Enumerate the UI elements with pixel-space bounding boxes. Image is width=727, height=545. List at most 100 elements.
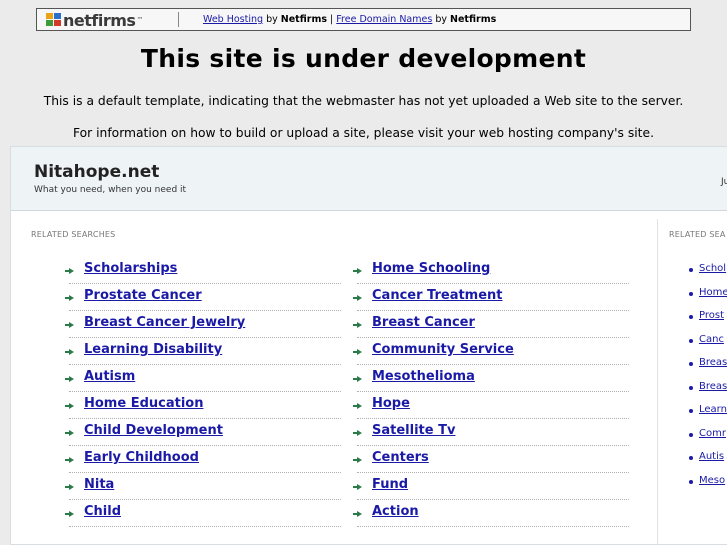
bullet-icon xyxy=(689,479,693,484)
column-divider xyxy=(657,219,658,545)
related-search-item[interactable]: Learning Disability xyxy=(65,338,341,365)
related-search-item[interactable]: Autis xyxy=(689,447,727,470)
related-search-link[interactable]: Home Schooling xyxy=(372,261,490,276)
bullet-icon xyxy=(689,315,693,319)
banner-links: Web Hosting by Netfirms | Free Domain Na… xyxy=(203,14,496,25)
related-search-item[interactable]: Comr xyxy=(689,424,727,447)
related-search-link[interactable]: Fund xyxy=(372,477,408,492)
web-hosting-link[interactable]: Web Hosting xyxy=(203,14,263,25)
related-search-link[interactable]: Early Childhood xyxy=(84,450,199,465)
related-search-link[interactable]: Nita xyxy=(84,477,114,492)
pipe-separator: | xyxy=(330,14,334,25)
related-search-item[interactable]: Schol xyxy=(689,259,727,282)
arrow-bullet-icon xyxy=(353,403,362,409)
related-search-link[interactable]: Child xyxy=(84,504,121,519)
related-search-item[interactable]: Autism xyxy=(65,365,341,392)
trademark-symbol: ™ xyxy=(136,16,144,24)
netfirms-logo[interactable]: netfirms ™ xyxy=(46,11,144,30)
related-search-item[interactable]: Meso xyxy=(689,471,727,494)
related-search-link[interactable]: Comr xyxy=(699,428,726,439)
related-search-item[interactable]: Satellite Tv xyxy=(353,419,629,446)
related-search-item[interactable]: Breas xyxy=(689,377,727,400)
related-search-link[interactable]: Scholarships xyxy=(84,261,177,276)
related-search-link[interactable]: Canc xyxy=(699,334,724,345)
related-search-item[interactable]: Mesothelioma xyxy=(353,365,629,392)
related-searches-label-right: RELATED SEA xyxy=(669,230,726,239)
bullet-icon xyxy=(689,385,693,390)
related-search-item[interactable]: Breast Cancer xyxy=(353,311,629,338)
related-search-link[interactable]: Mesothelioma xyxy=(372,369,475,384)
related-search-link[interactable]: Breas xyxy=(699,381,727,392)
parked-domain-panel: Nitahope.net What you need, when you nee… xyxy=(10,146,727,545)
bullet-icon xyxy=(689,268,693,272)
arrow-bullet-icon xyxy=(65,511,74,517)
related-search-item[interactable]: Fund xyxy=(353,473,629,500)
arrow-bullet-icon xyxy=(353,484,362,490)
related-search-link[interactable]: Breast Cancer xyxy=(372,315,475,330)
related-search-item[interactable]: Action xyxy=(353,500,629,527)
bullet-icon xyxy=(689,338,693,343)
arrow-bullet-icon xyxy=(353,322,362,328)
bullet-icon xyxy=(689,432,693,437)
related-search-link[interactable]: Cancer Treatment xyxy=(372,288,503,303)
related-search-item[interactable]: Prostate Cancer xyxy=(65,284,341,311)
related-search-item[interactable]: Scholarships xyxy=(65,257,341,284)
related-search-link[interactable]: Learning Disability xyxy=(84,342,222,357)
related-search-item[interactable]: Nita xyxy=(65,473,341,500)
related-search-item[interactable]: Breas xyxy=(689,353,727,376)
related-search-item[interactable]: Early Childhood xyxy=(65,446,341,473)
domain-title[interactable]: Nitahope.net xyxy=(34,162,159,182)
arrow-bullet-icon xyxy=(65,430,74,436)
related-search-item[interactable]: Cancer Treatment xyxy=(353,284,629,311)
domain-tagline: What you need, when you need it xyxy=(34,185,187,195)
related-search-link[interactable]: Meso xyxy=(699,475,725,486)
related-search-link[interactable]: Breas xyxy=(699,357,727,368)
related-search-item[interactable]: Child xyxy=(65,500,341,527)
related-search-link[interactable]: Learn xyxy=(699,404,727,415)
arrow-bullet-icon xyxy=(353,457,362,463)
related-search-link[interactable]: Action xyxy=(372,504,419,519)
related-search-link[interactable]: Hope xyxy=(372,396,410,411)
arrow-bullet-icon xyxy=(65,403,74,409)
related-search-link[interactable]: Prost xyxy=(699,310,724,321)
arrow-bullet-icon xyxy=(353,349,362,355)
related-search-link[interactable]: Autism xyxy=(84,369,135,384)
related-search-link[interactable]: Schol xyxy=(699,263,726,274)
related-search-item[interactable]: Home Education xyxy=(65,392,341,419)
arrow-bullet-icon xyxy=(65,376,74,382)
by-text: by xyxy=(266,14,278,25)
related-search-link[interactable]: Autis xyxy=(699,451,724,462)
related-search-link[interactable]: Satellite Tv xyxy=(372,423,455,438)
related-search-link[interactable]: Home Education xyxy=(84,396,203,411)
related-search-item[interactable]: Community Service xyxy=(353,338,629,365)
related-search-link[interactable]: Centers xyxy=(372,450,429,465)
related-search-item[interactable]: Child Development xyxy=(65,419,341,446)
related-search-item[interactable]: Home Schooling xyxy=(353,257,629,284)
default-template-notice: This is a default template, indicating t… xyxy=(43,94,684,108)
bullet-icon xyxy=(689,291,693,296)
related-search-item[interactable]: Centers xyxy=(353,446,629,473)
arrow-bullet-icon xyxy=(353,376,362,382)
arrow-bullet-icon xyxy=(65,268,74,274)
related-search-item[interactable]: Breast Cancer Jewelry xyxy=(65,311,341,338)
arrow-bullet-icon xyxy=(65,457,74,463)
related-search-item[interactable]: Hope xyxy=(353,392,629,419)
related-search-item[interactable]: Home xyxy=(689,283,727,306)
netfirms-brand-text: Netfirms xyxy=(450,14,497,25)
related-search-link[interactable]: Child Development xyxy=(84,423,223,438)
related-search-item[interactable]: Prost xyxy=(689,306,727,329)
related-searches-label: RELATED SEARCHES xyxy=(31,230,116,239)
related-search-item[interactable]: Canc xyxy=(689,330,727,353)
arrow-bullet-icon xyxy=(353,268,362,274)
related-search-link[interactable]: Breast Cancer Jewelry xyxy=(84,315,245,330)
free-domain-names-link[interactable]: Free Domain Names xyxy=(336,14,432,25)
netfirms-logo-icon xyxy=(46,13,62,27)
related-search-link[interactable]: Home xyxy=(699,287,727,298)
header-right-text: Ju xyxy=(721,177,727,187)
related-search-link[interactable]: Community Service xyxy=(372,342,514,357)
related-search-link[interactable]: Prostate Cancer xyxy=(84,288,202,303)
related-search-item[interactable]: Learn xyxy=(689,400,727,423)
bullet-icon xyxy=(689,362,693,366)
by-text: by xyxy=(435,14,447,25)
arrow-bullet-icon xyxy=(353,430,362,436)
